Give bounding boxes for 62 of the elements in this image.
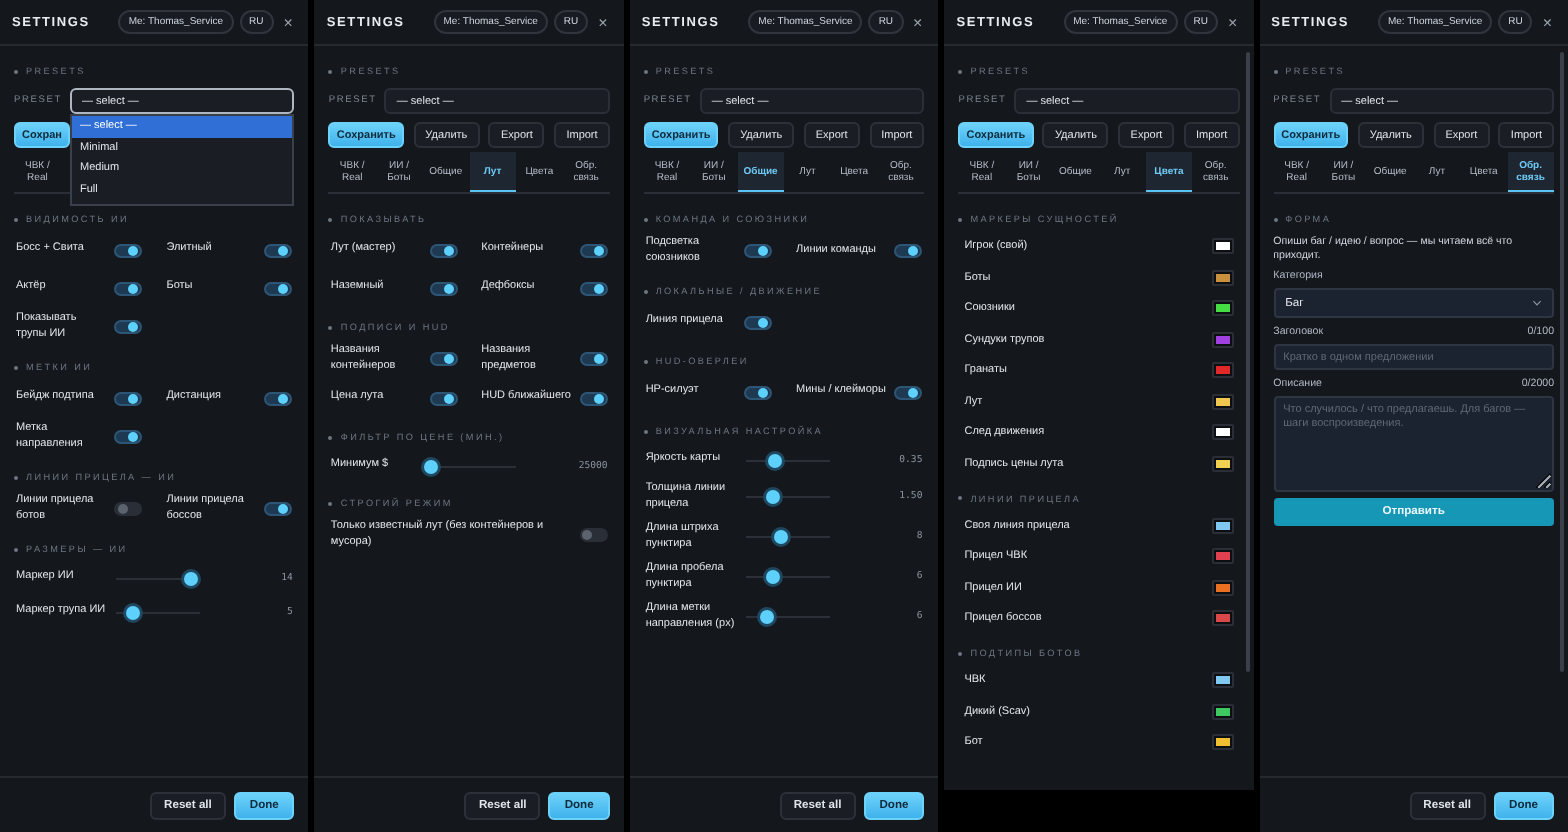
slider-thumb[interactable] xyxy=(423,459,438,473)
scrollbar[interactable] xyxy=(1245,52,1250,672)
toggle-switch[interactable] xyxy=(579,391,608,405)
slider[interactable] xyxy=(745,529,831,545)
toggle-switch[interactable] xyxy=(429,352,458,366)
color-swatch[interactable] xyxy=(1211,734,1234,750)
toggle-switch[interactable] xyxy=(429,391,458,405)
color-swatch[interactable] xyxy=(1211,362,1234,378)
toggle-switch[interactable] xyxy=(114,243,143,257)
color-swatch[interactable] xyxy=(1211,424,1234,440)
color-swatch[interactable] xyxy=(1211,610,1234,626)
toggle-switch[interactable] xyxy=(114,391,143,405)
slider-thumb[interactable] xyxy=(183,571,198,585)
color-swatch[interactable] xyxy=(1211,672,1234,688)
slider-thumb[interactable] xyxy=(759,610,774,624)
slider-thumb[interactable] xyxy=(768,453,783,467)
toggle-switch[interactable] xyxy=(579,352,608,366)
close-button[interactable]: × xyxy=(909,13,927,31)
toggle-switch[interactable] xyxy=(894,385,923,399)
toggle-switch[interactable] xyxy=(744,315,773,329)
slider-thumb[interactable] xyxy=(125,605,140,619)
slider[interactable] xyxy=(116,604,201,620)
toggle-switch[interactable] xyxy=(579,281,608,295)
close-button[interactable]: × xyxy=(594,13,612,31)
color-swatch[interactable] xyxy=(1211,703,1234,719)
slider[interactable] xyxy=(745,452,831,468)
toggle-switch[interactable] xyxy=(579,528,608,542)
close-button[interactable]: × xyxy=(279,13,297,31)
color-swatch[interactable] xyxy=(1211,300,1234,316)
slider[interactable] xyxy=(116,570,201,586)
close-button[interactable]: × xyxy=(1223,13,1242,31)
toggle-switch[interactable] xyxy=(264,391,293,405)
color-swatch[interactable] xyxy=(1211,238,1234,254)
toggle-switch[interactable] xyxy=(114,502,143,516)
slider-thumb[interactable] xyxy=(774,530,789,544)
toggle-switch[interactable] xyxy=(114,281,143,295)
toggle-switch[interactable] xyxy=(894,244,923,258)
slider-thumb[interactable] xyxy=(765,490,780,504)
color-swatch[interactable] xyxy=(1211,455,1234,471)
color-swatch[interactable] xyxy=(1211,331,1234,347)
chevron-down-icon xyxy=(1532,300,1543,306)
color-swatch[interactable] xyxy=(1211,579,1234,595)
toggle-switch[interactable] xyxy=(429,281,458,295)
slider[interactable] xyxy=(745,489,831,505)
color-swatch[interactable] xyxy=(1211,269,1234,285)
scrollbar[interactable] xyxy=(1560,52,1565,672)
toggle-switch[interactable] xyxy=(579,243,608,257)
toggle-switch[interactable] xyxy=(114,430,143,444)
toggle-switch[interactable] xyxy=(429,243,458,257)
toggle-switch[interactable] xyxy=(114,320,143,334)
color-swatch[interactable] xyxy=(1211,548,1234,564)
slider[interactable] xyxy=(745,569,831,585)
toggle-switch[interactable] xyxy=(264,281,293,295)
slider-thumb[interactable] xyxy=(766,570,781,584)
color-swatch[interactable] xyxy=(1211,517,1234,533)
slider[interactable] xyxy=(745,609,831,625)
toggle-switch[interactable] xyxy=(264,243,293,257)
color-swatch[interactable] xyxy=(1211,393,1234,409)
toggle-switch[interactable] xyxy=(744,385,773,399)
toggle-switch[interactable] xyxy=(264,502,293,516)
close-button[interactable]: × xyxy=(1538,13,1557,31)
toggle-switch[interactable] xyxy=(744,244,773,258)
